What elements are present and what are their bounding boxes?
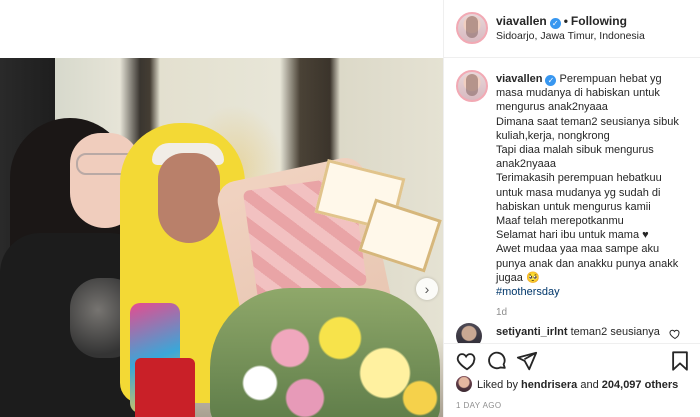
author-username[interactable]: viavallen [496,14,547,28]
caption-line: mengurus anak2nyaaa [496,101,608,114]
caption-line: kuliah,kerja, nongkrong [496,129,610,142]
caption-text: Perempuan hebat yg [559,73,662,85]
caption-line: Maaf telah merepotkanmu [496,215,624,228]
liker-username[interactable]: hendrisera [521,379,577,391]
next-photo-chevron-icon[interactable]: › [416,278,438,300]
action-bar [444,343,700,377]
hashtag-link[interactable]: #mothersday [496,285,692,299]
commenter-avatar[interactable] [456,323,482,343]
author-line: viavallen ✓ • Following [496,14,627,29]
caption-line: Awet mudaa yaa maa sampe aku [496,243,660,256]
caption-line: Dimana saat teman2 seusianya sibuk [496,115,679,128]
caption-line: jugaa 🥺 [496,271,540,284]
comment-icon [488,351,506,370]
post-date[interactable]: 1 DAY AGO [456,401,502,410]
post-photo[interactable]: › [0,58,443,417]
likes-summary: Liked by hendrisera and 204,097 others [456,376,678,392]
caption-age: 1d [496,307,508,318]
caption-line: anak2nyaaa [496,158,556,171]
caption-line: viavallen ✓ Perempuan hebat yg [496,72,692,86]
bouquet-flowers [210,288,440,417]
photo-money-bouquet [190,148,442,417]
caption-line: Tapi diaa malah sibuk mengurus [496,144,654,157]
caption-line: masa mudanya di habiskan untuk [496,87,660,100]
heart-icon [456,353,476,371]
share-icon [516,351,538,371]
comment-button[interactable] [486,350,510,374]
post-media: › [0,0,443,417]
verified-badge-icon: ✓ [549,18,561,29]
caption-line: punya anak dan anakku punya anakk [496,257,679,270]
caption-line: untuk masa mudanya yg sudah di [496,186,661,199]
caption-line: habiskan untuk mengurus kamii [496,200,651,213]
post-header: viavallen ✓ • Following Sidoarjo, Jawa Timu… [444,0,700,58]
save-button[interactable] [669,350,693,374]
likes-count[interactable]: 204,097 others [602,379,678,391]
instagram-post-window: › viavallen ✓ • Following Sidoarjo, Jawa Ti… [0,0,700,417]
like-button[interactable] [456,350,480,374]
likes-prefix: Liked by [477,379,518,391]
commenter-username[interactable]: setiyanti_irlnt [496,326,568,338]
caption-line: Selamat hari ibu untuk mama ♥ [496,229,649,242]
comments-section[interactable]: viavallen ✓ Perempuan hebat yg masa mudan… [444,58,700,343]
likes-and: and [580,379,599,391]
caption-verified-badge-icon: ✓ [545,75,557,86]
bookmark-icon [672,351,688,371]
share-button[interactable] [516,350,540,374]
photo-red-card [135,358,195,417]
caption-username[interactable]: viavallen [496,73,542,85]
author-avatar[interactable] [456,12,488,44]
post-location[interactable]: Sidoarjo, Jawa Timur, Indonesia [496,30,645,42]
following-button[interactable]: Following [571,14,627,28]
comment-item: setiyanti_irlnt teman2 seusianya [496,326,660,338]
post-caption: viavallen ✓ Perempuan hebat yg masa mudan… [496,72,692,299]
comment-text: teman2 seusianya [570,326,660,338]
caption-avatar[interactable] [456,70,488,102]
comment-like-heart-icon[interactable] [669,328,681,340]
liker-avatar[interactable] [456,376,472,392]
caption-line: Terimakasih perempuan hebatkuu [496,172,662,185]
separator-dot: • [563,14,568,28]
post-sidebar: viavallen ✓ • Following Sidoarjo, Jawa Timu… [443,0,700,417]
